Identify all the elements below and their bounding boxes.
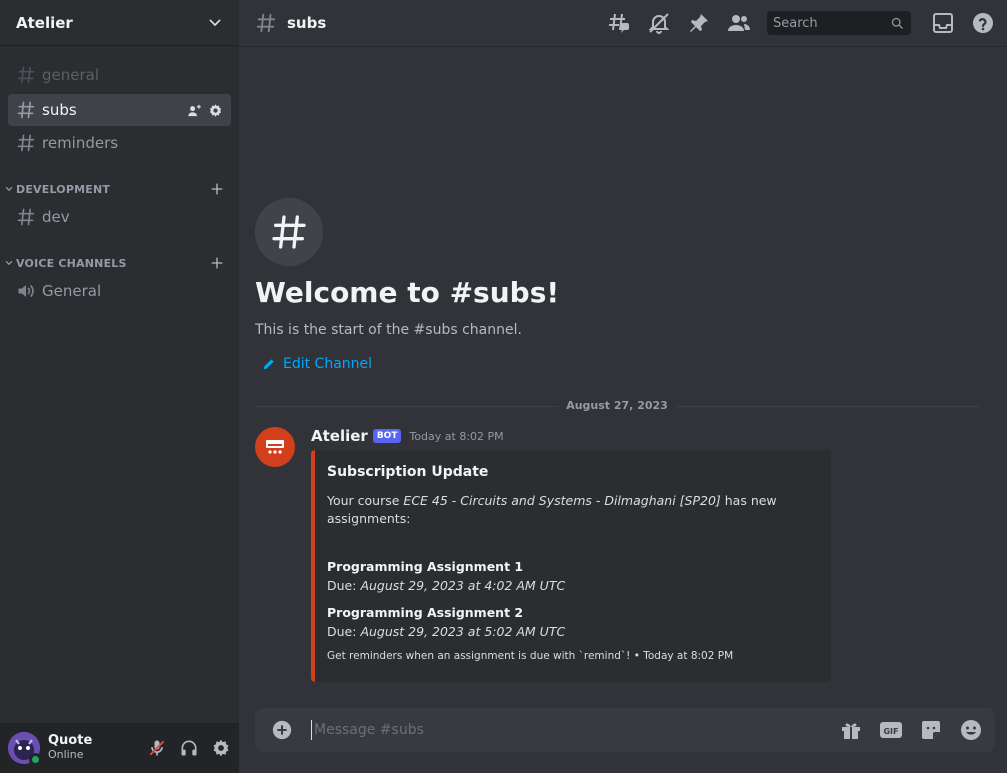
- message-timestamp: Today at 8:02 PM: [409, 429, 504, 443]
- gear-icon[interactable]: [208, 103, 223, 118]
- message-author[interactable]: Atelier: [311, 427, 368, 445]
- due-label: Due:: [327, 624, 361, 639]
- embed-description: Your course ECE 45 - Circuits and System…: [327, 492, 819, 528]
- hashtag-icon: [256, 13, 276, 33]
- gif-icon[interactable]: GIF: [879, 718, 903, 742]
- bot-logo-icon: [266, 440, 284, 454]
- embed-course-name: ECE 45 - Circuits and Systems - Dilmagha…: [403, 493, 721, 508]
- hashtag-icon: [17, 134, 35, 152]
- search-placeholder: Search: [773, 15, 818, 31]
- channel-title: subs: [287, 14, 327, 32]
- bot-avatar[interactable]: [255, 427, 295, 467]
- user-status: Online: [48, 748, 84, 761]
- channel-item-subs[interactable]: subs: [8, 94, 231, 126]
- channel-label: reminders: [42, 134, 119, 152]
- help-icon[interactable]: [971, 11, 995, 35]
- embed-desc-prefix: Your course: [327, 493, 404, 508]
- hashtag-icon: [17, 101, 35, 119]
- welcome-title: Welcome to #subs!: [255, 276, 560, 309]
- search-icon: [891, 17, 903, 29]
- channel-label: general: [42, 66, 100, 84]
- channel-welcome-icon: [255, 198, 323, 266]
- embed-footer: Get reminders when an assignment is due …: [327, 650, 734, 662]
- welcome-subtitle: This is the start of the #subs channel.: [255, 322, 522, 338]
- emoji-icon[interactable]: [959, 718, 983, 742]
- pin-icon[interactable]: [687, 11, 711, 35]
- embed-field: Programming Assignment 2 Due: August 29,…: [327, 604, 565, 642]
- assignment-name: Programming Assignment 2: [327, 605, 524, 620]
- user-panel: Quote Online: [0, 723, 239, 773]
- chevron-down-icon: [5, 186, 13, 192]
- hashtag-icon: [272, 215, 306, 249]
- embed-title: Subscription Update: [327, 464, 489, 480]
- mute-bell-icon[interactable]: [647, 11, 671, 35]
- username: Quote: [48, 733, 93, 748]
- inbox-icon[interactable]: [931, 11, 955, 35]
- gear-icon[interactable]: [211, 738, 231, 758]
- online-status-dot: [29, 753, 42, 766]
- channel-item-dev[interactable]: dev: [8, 201, 231, 233]
- channel-label: dev: [42, 208, 70, 226]
- speaker-icon: [18, 285, 34, 297]
- edit-channel-label: Edit Channel: [283, 356, 373, 372]
- divider-date: August 27, 2023: [558, 398, 676, 414]
- sticker-icon[interactable]: [919, 718, 943, 742]
- add-member-icon[interactable]: [187, 103, 202, 118]
- message-input[interactable]: [314, 722, 839, 738]
- channel-label: subs: [42, 101, 77, 119]
- hashtag-icon: [17, 208, 35, 226]
- message-embed: Subscription Update Your course ECE 45 -…: [311, 450, 831, 682]
- assignment-name: Programming Assignment 1: [327, 559, 524, 574]
- headphones-icon[interactable]: [179, 738, 199, 758]
- channel-item-general[interactable]: general: [8, 59, 231, 91]
- bot-badge: BOT: [372, 429, 402, 443]
- channel-header: subs Search: [239, 0, 1007, 47]
- channel-label: General: [42, 282, 102, 300]
- due-date: August 29, 2023 at 4:02 AM UTC: [360, 578, 566, 593]
- category-label: DEVELOPMENT: [16, 182, 111, 196]
- category-label: VOICE CHANNELS: [16, 256, 127, 270]
- text-cursor: [311, 720, 312, 740]
- pencil-icon: [263, 359, 274, 370]
- message-header: Atelier BOT Today at 8:02 PM: [311, 427, 504, 445]
- message-composer: GIF: [255, 708, 995, 752]
- plus-icon[interactable]: [209, 255, 225, 271]
- search-box[interactable]: Search: [767, 11, 911, 35]
- chevron-down-icon: [5, 260, 13, 266]
- category-voice-channels[interactable]: VOICE CHANNELS: [4, 254, 231, 272]
- members-icon[interactable]: [727, 11, 751, 35]
- server-name: Atelier: [16, 13, 73, 32]
- mic-muted-icon[interactable]: [147, 738, 167, 758]
- voice-channel-general[interactable]: General: [8, 275, 231, 307]
- due-label: Due:: [327, 578, 361, 593]
- category-development[interactable]: DEVELOPMENT: [4, 180, 231, 198]
- plus-icon[interactable]: [209, 181, 225, 197]
- channel-sidebar: Atelier general subs reminders DEVELOPME…: [0, 0, 239, 773]
- user-avatar[interactable]: [8, 732, 42, 766]
- date-divider: August 27, 2023: [255, 398, 979, 414]
- upload-plus-icon[interactable]: [271, 719, 293, 741]
- chevron-down-icon[interactable]: [207, 15, 223, 31]
- edit-channel-link[interactable]: Edit Channel: [262, 356, 372, 372]
- server-header[interactable]: Atelier: [0, 0, 239, 46]
- gift-icon[interactable]: [839, 718, 863, 742]
- threads-icon[interactable]: [607, 11, 631, 35]
- assignment-due: Due: August 29, 2023 at 5:02 AM UTC: [327, 622, 565, 642]
- channel-item-reminders[interactable]: reminders: [8, 127, 231, 159]
- assignment-due: Due: August 29, 2023 at 4:02 AM UTC: [327, 576, 565, 596]
- embed-field: Programming Assignment 1 Due: August 29,…: [327, 558, 565, 596]
- svg-text:GIF: GIF: [883, 727, 898, 736]
- due-date: August 29, 2023 at 5:02 AM UTC: [360, 624, 566, 639]
- hashtag-icon: [17, 66, 35, 84]
